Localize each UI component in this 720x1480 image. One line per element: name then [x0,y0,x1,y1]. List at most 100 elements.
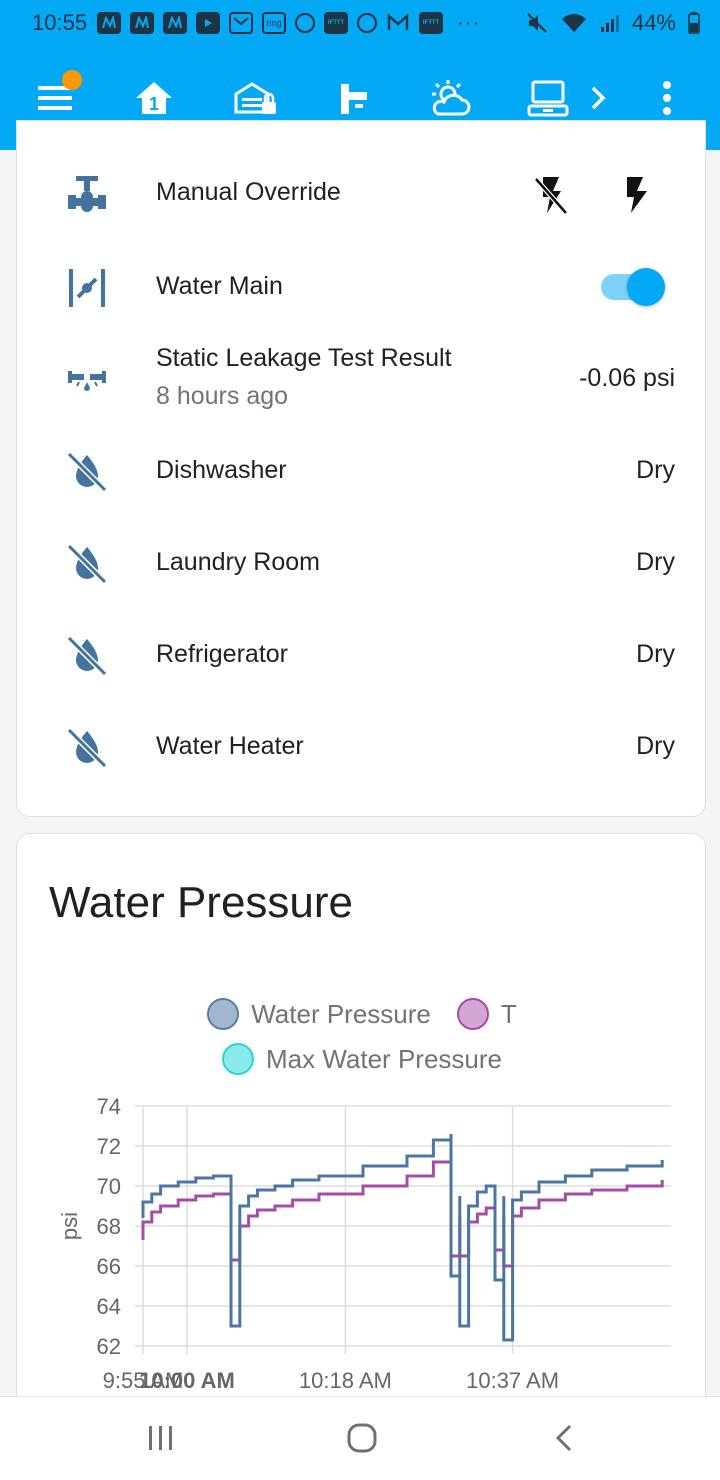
ring-icon: ring [262,12,287,34]
ifttt-label: IFTTT [422,20,440,26]
entity-row-manual-override[interactable]: Manual Override [17,167,707,221]
mute-icon [527,13,547,33]
entity-row-refrigerator[interactable]: Refrigerator Dry [17,629,707,683]
nest-icon [163,12,188,34]
ring-label: ring [266,18,282,28]
legend-label: T [500,998,517,1029]
entity-name: Dishwasher [156,456,287,484]
entity-row-laundry-room[interactable]: Laundry Room Dry [17,537,707,591]
flash-off-icon [534,177,568,215]
y-tick-label: 72 [97,1134,121,1159]
legend-item-t[interactable]: T [456,998,517,1030]
status-right: 44% [526,10,700,36]
notification-badge [62,70,82,90]
legend-label: Max Water Pressure [266,1043,502,1074]
mail-icon [229,12,254,34]
legend-label: Water Pressure [251,998,431,1029]
flash-icon [627,177,647,213]
x-tick-label: 10:18 AM [299,1368,392,1393]
chevron-right-icon [591,86,606,110]
y-tick-label: 74 [97,1094,121,1119]
youtube-icon [196,12,221,34]
chart-legend-row-2: Max Water Pressure [17,1043,707,1075]
gear-icon [357,13,378,33]
entity-state: Dry [636,732,675,760]
home-icon: 1 [136,82,172,114]
entity-name: Water Main [156,272,283,300]
entity-name: Manual Override [156,178,341,206]
legend-swatch [222,1043,254,1075]
water-off-icon [65,726,109,770]
entity-name: Static Leakage Test Result [156,344,452,372]
back-chevron-icon [555,1424,572,1452]
system-navigation-bar [0,1396,720,1480]
water-off-icon [65,634,109,678]
x-tick-label: 9:55 AM [103,1368,184,1393]
card-title: Water Pressure [49,878,354,927]
valve-open-icon [65,266,109,310]
series-line-t [141,1156,664,1268]
entity-state: Dry [636,456,675,484]
recent-apps-button[interactable] [131,1415,191,1461]
laptop-icon [527,80,569,117]
legend-item-max-water-pressure[interactable]: Max Water Pressure [222,1043,502,1075]
water-off-icon [65,450,109,494]
notification-icons: ring IFTTT IFTTT [97,12,444,34]
y-axis-label: psi [57,1212,82,1240]
flash-on-button[interactable] [613,173,657,217]
pipe-leak-icon [65,357,109,401]
battery-percent: 44% [631,10,676,35]
signal-icon [600,15,619,32]
entity-row-dishwasher[interactable]: Dishwasher Dry [17,445,707,499]
home-circle-icon [347,1423,377,1453]
entity-row-static-leakage[interactable]: Static Leakage Test Result 8 hours ago -… [17,341,707,417]
flash-off-button[interactable] [529,173,573,217]
more-notifications-icon: ··· [457,11,481,34]
legend-swatch [207,998,240,1030]
status-time: 10:55 [32,10,88,35]
wifi-icon [561,14,586,32]
faucet-icon [341,84,367,114]
dots-vertical-icon [663,81,671,115]
back-button[interactable] [534,1415,594,1461]
status-bar: 10:55 ring IFTTT IFTTT ··· 44% [0,0,720,46]
y-tick-label: 62 [97,1334,121,1359]
entity-row-water-main[interactable]: Water Main [17,261,707,315]
chart-legend: Water Pressure T [17,998,707,1030]
series-line-water-pressure [141,1134,664,1342]
garage-lock-icon [234,82,276,114]
gmail-icon [386,12,410,34]
y-tick-label: 70 [97,1174,121,1199]
home-button[interactable] [332,1415,392,1461]
nest-icon [130,12,155,34]
x-tick-label: 10:00 AM [139,1368,235,1393]
gear-icon [295,13,316,33]
entities-card: Manual Override Water Main Static Leakag… [16,120,706,817]
legend-swatch [456,998,489,1030]
toggle-thumb[interactable] [627,268,665,306]
ifttt-label: IFTTT [327,20,345,26]
ifttt-icon: IFTTT [324,12,349,34]
entity-name: Laundry Room [156,548,320,576]
history-graph-card: Water Pressure Water Pressure T Max Wate… [16,833,706,1433]
y-tick-label: 64 [97,1294,121,1319]
entity-state: Dry [636,640,675,668]
entity-name: Refrigerator [156,640,288,668]
x-tick-label: 10:37 AM [466,1368,559,1393]
entity-name: Water Heater [156,732,304,760]
entity-state: Dry [636,548,675,576]
nest-icon [97,12,122,34]
water-off-icon [65,542,109,586]
y-tick-label: 68 [97,1214,121,1239]
entity-state: -0.06 psi [579,364,675,392]
entity-last-changed: 8 hours ago [156,382,289,410]
battery-icon [688,12,700,34]
svg-text:1: 1 [149,94,159,114]
recents-icon [149,1426,172,1450]
ifttt-icon: IFTTT [419,12,444,34]
weather-partly-cloudy-icon [432,80,471,116]
y-tick-label: 66 [97,1254,121,1279]
legend-item-water-pressure[interactable]: Water Pressure [207,998,431,1030]
entity-row-water-heater[interactable]: Water Heater Dry [17,721,707,775]
valve-icon [65,172,109,216]
